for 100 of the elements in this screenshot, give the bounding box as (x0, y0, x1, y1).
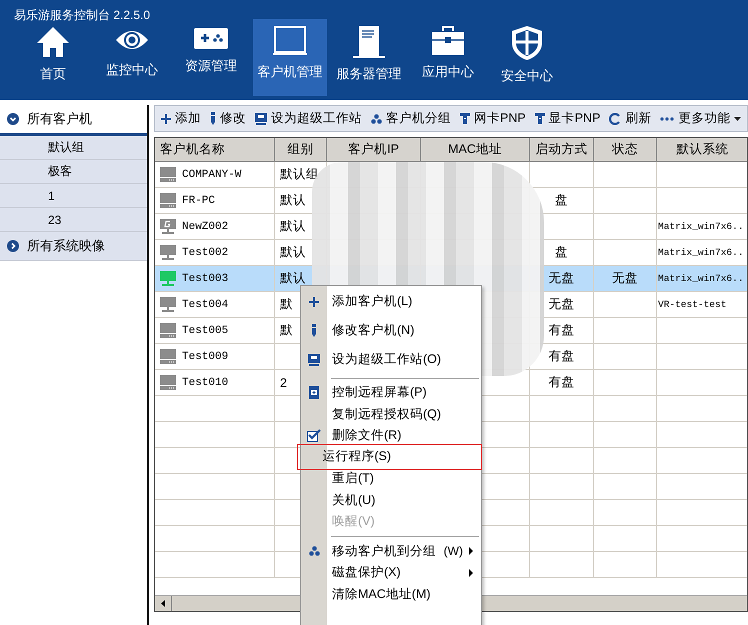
toolbar-button[interactable]: 修改 (210, 110, 246, 127)
computer-icon (160, 323, 176, 338)
toolbar-button[interactable]: 刷新 (609, 110, 652, 127)
table-cell: 有盘 (548, 348, 574, 365)
nav-tab[interactable]: 服务器管理 (332, 19, 406, 96)
tree-group-label: 所有客户机 (27, 110, 92, 128)
menu-item-label: 复制远程授权码(Q) (332, 406, 442, 423)
menu-item-label: 设为超级工作站(O) (332, 351, 442, 368)
left-arrow-icon (161, 600, 165, 607)
tree-item[interactable]: 1 (0, 184, 147, 208)
computer-icon (160, 193, 176, 208)
menu-item[interactable]: 删除文件(R) (301, 425, 481, 446)
table-cell: 默 (280, 296, 293, 313)
workstation-icon (255, 112, 267, 124)
toolbar-button[interactable]: 网卡PNP (460, 110, 526, 127)
table-cell: 默认 (280, 192, 306, 209)
menu-item[interactable]: 修改客户机(N) (301, 316, 481, 345)
table-cell: Matrix_win7x6.. (658, 247, 744, 258)
table-cell: 盘 (555, 192, 568, 209)
toolbar-button[interactable]: 更多功能 (660, 110, 742, 127)
menu-item[interactable]: 关机(U) (301, 490, 481, 511)
client-name: COMPANY-W (182, 168, 242, 180)
pen-icon (210, 112, 216, 125)
column-header[interactable]: 客户机IP (327, 138, 421, 162)
pen-icon (311, 324, 317, 337)
workstation-icon (308, 354, 320, 366)
table-cell: 有盘 (548, 374, 574, 391)
menu-item[interactable]: 清除MAC地址(M) (301, 584, 481, 605)
document-icon (309, 386, 319, 400)
chevron-icon (7, 113, 19, 125)
checkbox-icon (307, 429, 321, 442)
shield-icon (510, 25, 544, 61)
menu-item-label: 磁盘保护(X) (332, 564, 401, 582)
client-name: Test004 (182, 298, 228, 310)
client-name: Test010 (182, 376, 228, 388)
column-header[interactable]: 状态 (594, 138, 657, 162)
table-cell: 盘 (555, 244, 568, 261)
menu-item[interactable]: 控制远程屏幕(P) (301, 382, 481, 404)
table-cell: Matrix_win7x6.. (658, 221, 744, 232)
computer-icon (160, 167, 176, 182)
column-header[interactable]: 客户机名称 (155, 138, 275, 162)
table-cell: 默认 (280, 244, 306, 261)
gamepad-icon (193, 25, 229, 51)
menu-item[interactable]: 添加客户机(L) (301, 287, 481, 316)
table-cell: 默 (280, 322, 293, 339)
client-name: FR-PC (182, 194, 216, 206)
toolbar-button[interactable]: 显卡PNP (534, 110, 600, 127)
menu-item-label: 添加客户机(L) (332, 293, 412, 310)
group-icon (371, 114, 382, 124)
table-cell: Matrix_win7x6.. (658, 273, 744, 284)
client-name: Test002 (182, 246, 228, 258)
table-cell: 无盘 (548, 270, 574, 287)
table-cell: 无盘 (612, 270, 638, 287)
home-icon (35, 25, 71, 59)
column-header[interactable]: 组别 (275, 138, 327, 162)
menu-item-label: 清除MAC地址(M) (332, 586, 431, 603)
toolbar-button[interactable]: 设为超级工作站 (255, 110, 362, 127)
column-header[interactable]: 默认系统 (657, 138, 747, 162)
column-header[interactable]: 启动方式 (530, 138, 594, 162)
plus-icon (309, 296, 319, 306)
monitor-icon (160, 245, 176, 260)
chevron-icon (7, 240, 19, 252)
nav-tab[interactable]: 客户机管理 (253, 19, 327, 96)
nav-tab[interactable]: 安全中心 (490, 19, 564, 96)
menu-item[interactable]: 磁盘保护(X) (301, 562, 481, 584)
caret-icon (734, 116, 742, 120)
server-icon (351, 25, 387, 59)
tree-item[interactable]: 23 (0, 208, 147, 232)
client-name: Test005 (182, 324, 228, 336)
client-name: NewZ002 (182, 220, 228, 232)
menu-item-label: 关机(U) (332, 492, 376, 509)
monitor-icon (160, 219, 176, 234)
toolbox-icon (430, 25, 466, 57)
more-icon (660, 116, 674, 120)
monitor-icon (160, 271, 176, 286)
menu-item-label: 移动客户机到分组 (332, 542, 436, 560)
menu-item[interactable]: 移动客户机到分组 (W) (301, 540, 481, 562)
client-name: Test003 (182, 272, 228, 284)
menu-item-label: 重启(T) (332, 470, 374, 488)
nav-tab[interactable]: 应用中心 (411, 19, 485, 96)
computer-icon (160, 375, 176, 390)
nav-tab[interactable]: 资源管理 (174, 19, 248, 96)
menu-item[interactable]: 重启(T) (301, 468, 481, 490)
column-header[interactable]: MAC地址 (421, 138, 530, 162)
toolbar-button[interactable]: 客户机分组 (371, 110, 451, 127)
tree-item[interactable]: 极客 (0, 160, 147, 184)
tree-group[interactable]: 所有系统映像 (0, 232, 147, 261)
menu-item[interactable]: 复制远程授权码(Q) (301, 404, 481, 425)
client-name: Test009 (182, 350, 228, 362)
menu-item-label: 修改客户机(N) (332, 322, 414, 339)
table-cell: 无盘 (548, 296, 574, 313)
group-icon (308, 546, 320, 556)
monitor-icon (160, 297, 176, 312)
tree-group-label: 所有系统映像 (27, 237, 105, 255)
table-cell: 2 (280, 376, 287, 390)
tree-item[interactable]: 默认组 (0, 136, 147, 160)
table-cell: 默认组 (280, 166, 319, 183)
menu-item[interactable]: 设为超级工作站(O) (301, 345, 481, 374)
computer-icon (160, 349, 176, 364)
toolbar-button[interactable]: 添加 (161, 110, 201, 127)
